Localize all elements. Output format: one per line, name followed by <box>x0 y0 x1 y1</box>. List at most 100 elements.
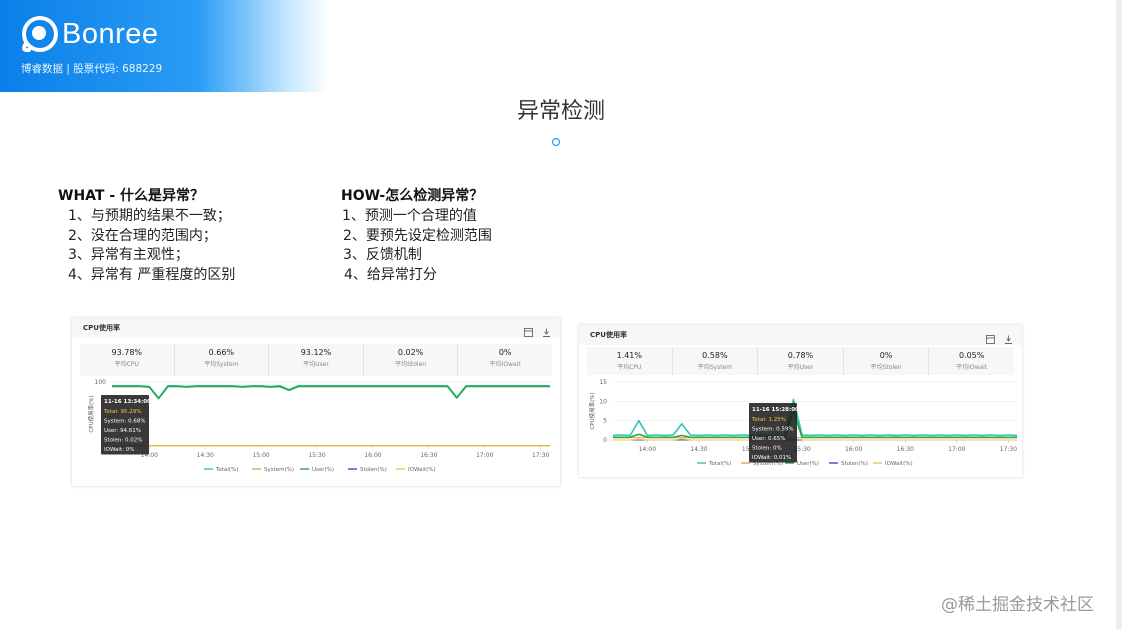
stat-label: 平均CPU <box>617 364 642 371</box>
stat-system: 0.66% 平均System <box>175 344 270 376</box>
stat-stolen: 0% 平均Stolen <box>844 347 930 375</box>
x-tick-label: 15:30 <box>308 452 325 459</box>
x-tick-label: 17:30 <box>532 452 549 459</box>
x-tick-label: 16:00 <box>845 446 862 453</box>
cpu-panel-normal: CPU使用率 93.78% 平均CPU 0.66% 平均System 93.12% 平… <box>72 318 560 486</box>
stat-label: 平均System <box>697 364 733 371</box>
bonree-logo-icon <box>22 16 58 53</box>
how-item: 1、预测一个合理的值 <box>342 208 477 224</box>
panel-header: CPU使用率 <box>579 325 1022 345</box>
what-section: WHAT - 什么是异常？ 1、与预期的结果不一致； 2、没在合理的范围内； 3… <box>58 185 235 285</box>
y-axis-label: CPU使用率(%) <box>87 395 95 432</box>
x-tick-label: 15:00 <box>252 452 269 459</box>
x-tick-label: 16:00 <box>364 452 381 459</box>
stat-value: 0.66% <box>208 348 235 357</box>
stat-label: 平均Stolen <box>395 361 427 368</box>
save-icon[interactable] <box>985 335 995 344</box>
y-tick-label: 10 <box>599 398 607 405</box>
panel-actions <box>985 329 1013 348</box>
stat-user: 93.12% 平均User <box>269 344 364 376</box>
legend-label: Stolen(%) <box>360 467 387 473</box>
series-line-total <box>112 385 550 399</box>
stat-stolen: 0.02% 平均Stolen <box>364 344 459 376</box>
legend-label: Total(%) <box>215 467 238 473</box>
title-divider <box>455 137 667 147</box>
tooltip-time: 11-16 15:28:00 <box>752 407 799 413</box>
cpu-line-chart[interactable]: 051015CPU使用率(%)14:0014:3015:0015:3016:00… <box>579 376 1022 476</box>
what-item: 3、异常有主观性； <box>68 247 189 263</box>
y-tick-label: 100 <box>95 379 107 386</box>
brand-banner: Bonree 博睿数据 | 股票代码: 688229 <box>0 0 330 92</box>
tooltip-row: IOWait: 0% <box>104 447 134 453</box>
tooltip-row: System: 0.68% <box>104 419 146 425</box>
how-item: 3、反馈机制 <box>343 247 422 263</box>
legend-label: IOWait(%) <box>885 461 913 467</box>
y-tick-label: 5 <box>603 418 607 425</box>
legend-label: User(%) <box>312 467 334 473</box>
panel-title: CPU使用率 <box>590 331 627 339</box>
stat-value: 1.41% <box>616 351 642 360</box>
tooltip-row: User: 94.61% <box>104 428 141 434</box>
what-item: 1、与预期的结果不一致； <box>68 208 231 224</box>
stat-label: 平均System <box>204 361 239 368</box>
legend-label: User(%) <box>797 461 819 467</box>
tooltip-row: IOWait: 0.01% <box>752 455 791 461</box>
y-tick-label: 0 <box>603 437 607 444</box>
what-item: 4、异常有 严重程度的区别 <box>68 266 236 283</box>
stats-row: 1.41% 平均CPU 0.58% 平均System 0.78% 平均User 0% 平… <box>587 347 1014 375</box>
x-tick-label: 17:30 <box>1000 446 1017 453</box>
x-tick-label: 16:30 <box>897 446 914 453</box>
tooltip-time: 11-16 13:34:00 <box>104 399 151 405</box>
stat-value: 0.05% <box>958 351 985 360</box>
stat-iowait: 0% 平均IOwait <box>458 344 552 376</box>
x-tick-label: 16:30 <box>420 452 437 459</box>
what-item: 2、没在合理的范围内； <box>68 227 217 244</box>
panel-title: CPU使用率 <box>83 324 120 332</box>
stats-row: 93.78% 平均CPU 0.66% 平均System 93.12% 平均User 0… <box>80 344 552 376</box>
stat-label: 平均CPU <box>114 361 139 368</box>
stat-label: 平均IOwait <box>956 364 988 371</box>
cpu-line-chart[interactable]: 100CPU使用率(%)14:00 14:30 15:00 15:30 16:00 16:… <box>72 376 560 482</box>
series-line-user <box>112 385 550 400</box>
tooltip-row: Stolen: 0% <box>752 446 782 452</box>
stat-user: 0.78% 平均User <box>758 347 844 375</box>
stat-iowait: 0.05% 平均IOwait <box>929 347 1014 375</box>
x-tick-label: 17:00 <box>476 452 493 459</box>
stat-value: 0% <box>879 351 893 360</box>
y-tick-label: 15 <box>599 379 607 386</box>
slide-title: 异常检测 <box>516 99 605 124</box>
tooltip-row: Total: 95.29% <box>103 409 141 415</box>
chart-tooltip: 11-16 13:34:00 Total: 95.29% System: 0.68%… <box>101 395 151 455</box>
x-tick-label: 14:00 <box>639 446 656 453</box>
series-line-total <box>612 398 1018 437</box>
x-tick-label: 14:30 <box>690 446 707 453</box>
brand-subtitle: 博睿数据 | 股票代码: 688229 <box>21 63 163 75</box>
how-heading: HOW-怎么检测异常？ <box>341 188 484 204</box>
how-item: 2、要预先设定检测范围 <box>343 227 492 244</box>
y-axis-label: CPU使用率(%) <box>588 392 596 429</box>
watermark: @稀土掘金技术社区 <box>941 595 1094 615</box>
stat-label: 平均IOwait <box>489 361 521 368</box>
stat-label: 平均User <box>787 364 814 371</box>
legend-label: Total(%) <box>708 461 731 467</box>
x-tick-label: 14:30 <box>197 452 214 459</box>
tooltip-row: Total: 1.25% <box>751 417 786 423</box>
export-icon[interactable] <box>542 328 551 337</box>
stat-value: 93.12% <box>300 348 332 357</box>
how-item: 4、给异常打分 <box>344 266 437 283</box>
how-section: HOW-怎么检测异常？ 1、预测一个合理的值 2、要预先设定检测范围 3、反馈机… <box>341 185 492 285</box>
x-tick-label: 17:00 <box>948 446 965 453</box>
panel-header: CPU使用率 <box>72 318 560 338</box>
stat-label: 平均User <box>303 361 329 368</box>
tooltip-row: System: 0.59% <box>752 427 794 433</box>
export-icon[interactable] <box>1004 335 1013 344</box>
stat-system: 0.58% 平均System <box>673 347 759 375</box>
stat-value: 0% <box>498 348 512 357</box>
stat-value: 0.58% <box>702 351 728 360</box>
what-heading: WHAT - 什么是异常？ <box>58 188 205 204</box>
stat-cpu: 1.41% 平均CPU <box>587 347 673 375</box>
save-icon[interactable] <box>523 328 533 337</box>
panel-actions <box>523 322 551 341</box>
chart-tooltip: 11-16 15:28:00 Total: 1.25% System: 0.59% U… <box>749 403 799 463</box>
legend-label: Stolen(%) <box>841 461 868 467</box>
